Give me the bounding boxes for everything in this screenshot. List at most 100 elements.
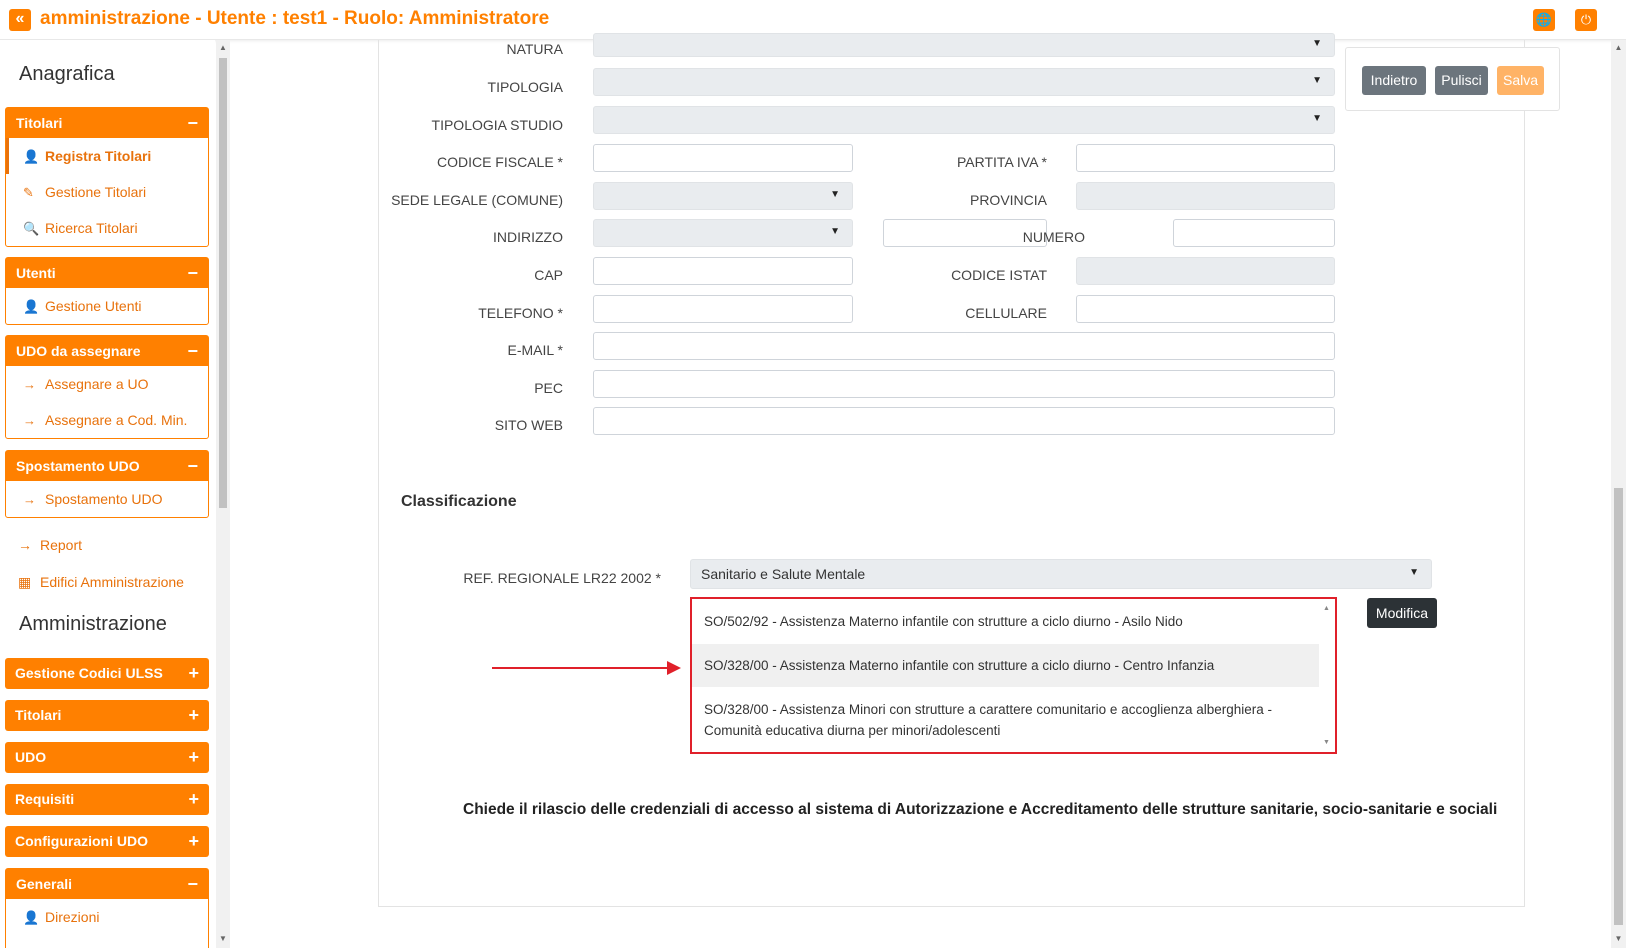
sidebar-item-label: Assegnare a UO: [45, 376, 149, 392]
sede-legale-select[interactable]: ▼: [593, 182, 853, 210]
udo-options-listbox[interactable]: SO/502/92 - Assistenza Materno infantile…: [690, 597, 1337, 754]
numero-label: NUMERO: [1022, 229, 1085, 245]
tipologia-studio-label: TIPOLOGIA STUDIO: [431, 117, 563, 133]
sidebar-item-registra-titolari[interactable]: 👤 Registra Titolari: [6, 138, 208, 174]
chevron-down-icon: ▼: [1312, 113, 1322, 124]
scroll-up-icon[interactable]: ▲: [1323, 605, 1330, 612]
sidebar-item-ricerca-titolari[interactable]: 🔍 Ricerca Titolari: [6, 210, 208, 246]
page-title: amministrazione - Utente : test1 - Ruolo…: [40, 8, 550, 29]
group-utenti: Utenti − 👤 Gestione Utenti: [5, 257, 209, 325]
expand-icon[interactable]: +: [188, 658, 199, 689]
sidebar-item-gestione-titolari[interactable]: ✎ Gestione Titolari: [6, 174, 208, 210]
group-udo[interactable]: UDO +: [5, 742, 209, 773]
list-item[interactable]: SO/328/00 - Assistenza Materno infantile…: [692, 644, 1320, 687]
group-generali: Generali − 👤 Direzioni: [5, 868, 209, 948]
tipologia-select[interactable]: ▼: [593, 68, 1335, 96]
sidebar-item-label: Edifici Amministrazione: [40, 574, 184, 590]
sidebar-item-spostamento-udo[interactable]: → Spostamento UDO: [6, 481, 208, 517]
group-generali-header[interactable]: Generali −: [6, 869, 208, 899]
telefono-label: TELEFONO *: [478, 305, 563, 321]
provincia-label: PROVINCIA: [969, 192, 1047, 208]
group-label: Spostamento UDO: [16, 458, 140, 474]
sidebar-item-edifici[interactable]: ▦ Edifici Amministrazione: [18, 574, 184, 591]
indirizzo-label: INDIRIZZO: [493, 229, 563, 245]
collapse-icon[interactable]: −: [187, 336, 198, 366]
group-spostamento-header[interactable]: Spostamento UDO −: [6, 451, 208, 481]
telefono-input[interactable]: [593, 295, 853, 323]
group-label: Titolari: [16, 115, 63, 131]
chevron-down-icon: ▼: [1312, 38, 1322, 49]
list-item[interactable]: SO/502/92 - Assistenza Materno infantile…: [692, 611, 1320, 632]
collapse-icon[interactable]: −: [187, 258, 198, 288]
scroll-up-icon[interactable]: ▲: [216, 43, 230, 52]
expand-icon[interactable]: +: [188, 700, 199, 731]
ref-regionale-select[interactable]: Sanitario e Salute Mentale ▼: [690, 559, 1432, 589]
tipologia-label: TIPOLOGIA: [487, 79, 563, 95]
scroll-down-icon[interactable]: ▼: [216, 934, 230, 943]
list-item[interactable]: SO/328/00 - Assistenza Minori con strutt…: [692, 699, 1320, 741]
group-udo-assegnare-header[interactable]: UDO da assegnare −: [6, 336, 208, 366]
scroll-up-icon[interactable]: ▲: [1611, 43, 1626, 52]
pulisci-button[interactable]: Pulisci: [1435, 66, 1488, 95]
expand-icon[interactable]: +: [188, 742, 199, 773]
sito-web-input[interactable]: [593, 407, 1335, 435]
chevron-down-icon: ▼: [1409, 567, 1419, 578]
codice-fiscale-input[interactable]: [593, 144, 853, 172]
main-scroll-thumb[interactable]: [1614, 488, 1623, 925]
group-titolari-header[interactable]: Titolari −: [6, 108, 208, 138]
tipologia-studio-select[interactable]: ▼: [593, 106, 1335, 134]
sidebar: Anagrafica Titolari − 👤 Registra Titolari…: [0, 40, 215, 948]
chevron-down-icon: ▼: [1312, 75, 1322, 86]
sidebar-item-gestione-utenti[interactable]: 👤 Gestione Utenti: [6, 288, 208, 324]
cap-label: CAP: [534, 267, 563, 283]
collapse-icon[interactable]: −: [187, 869, 198, 899]
listbox-scrollbar[interactable]: ▲ ▼: [1319, 599, 1335, 752]
cap-input[interactable]: [593, 257, 853, 285]
salva-button[interactable]: Salva: [1497, 66, 1544, 95]
back-icon[interactable]: «: [9, 9, 31, 31]
classificazione-heading: Classificazione: [401, 493, 517, 510]
sidebar-item-label: Report: [40, 537, 83, 553]
modifica-button[interactable]: Modifica: [1367, 598, 1437, 628]
scroll-down-icon[interactable]: ▼: [1611, 934, 1626, 943]
collapse-icon[interactable]: −: [187, 108, 198, 138]
arrow-right-icon: →: [23, 377, 36, 392]
provincia-field: [1076, 182, 1335, 210]
user-edit-icon: 👤: [23, 910, 40, 925]
sidebar-item-direzioni[interactable]: 👤 Direzioni: [6, 899, 208, 935]
action-buttons-box: Indietro Pulisci Salva: [1345, 47, 1560, 111]
group-gestione-codici-ulss[interactable]: Gestione Codici ULSS +: [5, 658, 209, 689]
group-requisiti[interactable]: Requisiti +: [5, 784, 209, 815]
sidebar-item-report[interactable]: → Report: [18, 537, 82, 553]
expand-icon[interactable]: +: [188, 826, 199, 857]
sidebar-item-label: Gestione Utenti: [45, 298, 142, 314]
partita-iva-input[interactable]: [1076, 144, 1335, 172]
email-input[interactable]: [593, 332, 1335, 360]
cellulare-input[interactable]: [1076, 295, 1335, 323]
sidebar-scrollbar[interactable]: ▲ ▼: [216, 40, 230, 948]
indirizzo-select[interactable]: ▼: [593, 219, 853, 247]
group-label: Requisiti: [15, 791, 75, 807]
natura-select[interactable]: ▼: [593, 33, 1335, 57]
collapse-icon[interactable]: −: [187, 451, 198, 481]
power-icon[interactable]: ⏻: [1575, 9, 1597, 31]
sidebar-item-assegnare-uo[interactable]: → Assegnare a UO: [6, 366, 208, 402]
globe-icon[interactable]: 🌐: [1533, 9, 1555, 31]
pec-input[interactable]: [593, 370, 1335, 398]
indietro-button[interactable]: Indietro: [1362, 66, 1426, 95]
group-titolari-admin[interactable]: Titolari +: [5, 700, 209, 731]
main-scrollbar[interactable]: ▲ ▼: [1611, 40, 1626, 948]
edit-icon: ✎: [23, 185, 34, 200]
user-edit-icon: 👤: [23, 149, 40, 164]
sidebar-item-label: Spostamento UDO: [45, 491, 163, 507]
sidebar-scroll-thumb[interactable]: [219, 58, 227, 508]
numero-input[interactable]: [1173, 219, 1335, 247]
scroll-down-icon[interactable]: ▼: [1323, 739, 1330, 746]
section-anagrafica: Anagrafica: [19, 63, 115, 85]
group-configurazioni-udo[interactable]: Configurazioni UDO +: [5, 826, 209, 857]
group-utenti-header[interactable]: Utenti −: [6, 258, 208, 288]
sidebar-item-assegnare-cod-min[interactable]: → Assegnare a Cod. Min.: [6, 402, 208, 438]
building-icon: ▦: [18, 574, 32, 590]
group-udo-assegnare: UDO da assegnare − → Assegnare a UO → Asse…: [5, 335, 209, 439]
expand-icon[interactable]: +: [188, 784, 199, 815]
